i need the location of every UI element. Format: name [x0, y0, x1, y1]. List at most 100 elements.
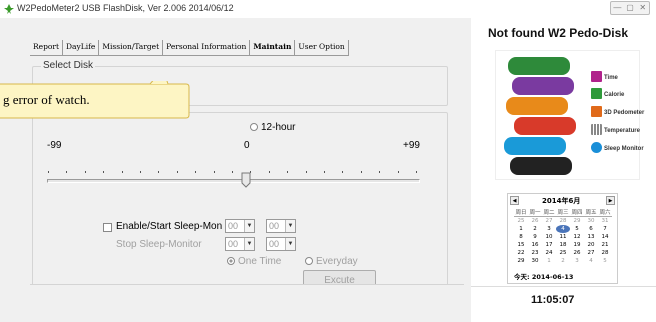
calendar-next-button[interactable]: ▶ — [606, 196, 615, 205]
watch-bands-icon — [504, 57, 576, 175]
radio-12-hour-dot[interactable] — [250, 123, 258, 131]
calendar-day[interactable]: 18 — [556, 241, 570, 249]
calendar-day[interactable]: 30 — [584, 217, 598, 225]
start-minute-dropdown-icon[interactable]: ▼ — [285, 220, 295, 232]
calendar-weekday: 周三 — [556, 210, 570, 217]
calendar-today-label[interactable]: 今天: 2014-06-13 — [514, 271, 573, 281]
radio-12-hour-label: 12-hour — [261, 122, 296, 133]
stop-minute-dropdown-icon[interactable]: ▼ — [285, 238, 295, 250]
slider-tick — [379, 171, 380, 173]
close-button[interactable]: ✕ — [636, 2, 649, 14]
calendar-day[interactable]: 2 — [528, 225, 542, 233]
calendar-day[interactable]: 24 — [542, 249, 556, 257]
radio-everyday[interactable]: Everyday — [305, 256, 358, 267]
tab-personal-information[interactable]: Personal Information — [163, 40, 251, 55]
calendar-day[interactable]: 17 — [542, 241, 556, 249]
calendar-day[interactable]: 23 — [528, 249, 542, 257]
calendar-day[interactable]: 25 — [514, 217, 528, 225]
stop-hour-spinner[interactable]: 00 ▼ — [225, 237, 255, 251]
slider-thumb[interactable] — [241, 172, 251, 188]
calendar-day[interactable]: 26 — [528, 217, 542, 225]
calendar-weekday: 周一 — [528, 210, 542, 217]
calendar-day[interactable]: 28 — [598, 249, 612, 257]
radio-everyday-label: Everyday — [316, 256, 358, 267]
pedometer-icon — [591, 106, 602, 117]
radio-one-time-dot[interactable] — [227, 257, 235, 265]
tab-user-option[interactable]: User Option — [295, 40, 349, 55]
calendar-day[interactable]: 14 — [598, 233, 612, 241]
calendar-day[interactable]: 29 — [514, 257, 528, 265]
slider-mid-label: 0 — [244, 140, 250, 151]
calendar-day[interactable]: 5 — [570, 225, 584, 233]
radio-one-time[interactable]: One Time — [227, 256, 281, 267]
tab-report[interactable]: Report — [30, 40, 64, 55]
calendar-day[interactable]: 20 — [584, 241, 598, 249]
calendar-day[interactable]: 3 — [570, 257, 584, 265]
calendar-prev-button[interactable]: ◀ — [510, 196, 519, 205]
bottom-strip — [30, 284, 464, 322]
slider-tick — [85, 171, 86, 173]
legend-temperature: Temperature — [591, 124, 640, 135]
maximize-button[interactable]: ▢ — [624, 2, 637, 14]
calendar-day[interactable]: 9 — [528, 233, 542, 241]
slider-tick — [324, 171, 325, 173]
calendar-day[interactable]: 27 — [584, 249, 598, 257]
calendar-day[interactable]: 4 — [584, 257, 598, 265]
stop-minute-spinner[interactable]: 00 ▼ — [266, 237, 296, 251]
calendar-day[interactable]: 27 — [542, 217, 556, 225]
calendar-day[interactable]: 28 — [556, 217, 570, 225]
calendar-day[interactable]: 11 — [556, 233, 570, 241]
stop-hour-dropdown-icon[interactable]: ▼ — [244, 238, 254, 250]
calendar-month-label[interactable]: 2014年6月 — [542, 196, 580, 206]
tab-daylife[interactable]: DayLife — [63, 40, 100, 55]
calendar-day[interactable]: 26 — [570, 249, 584, 257]
slider-tick — [416, 171, 417, 173]
calendar-day[interactable]: 7 — [598, 225, 612, 233]
watch-image: Time Calorie 3D Pedometer Temperature Sl… — [495, 50, 644, 180]
calendar-day[interactable]: 3 — [542, 225, 556, 233]
calendar-day[interactable]: 30 — [528, 257, 542, 265]
calendar-day[interactable]: 19 — [570, 241, 584, 249]
calendar-weekday: 周二 — [542, 210, 556, 217]
slider-tick — [398, 171, 399, 173]
calendar-day[interactable]: 25 — [556, 249, 570, 257]
calendar-day[interactable]: 1 — [514, 225, 528, 233]
current-time: 11:05:07 — [531, 294, 575, 306]
radio-12-hour[interactable]: 12-hour — [250, 122, 295, 133]
start-minute-value: 00 — [269, 221, 280, 231]
watch-settings-group — [32, 112, 448, 302]
tab-maintain[interactable]: Maintain — [250, 40, 296, 55]
calendar-day[interactable]: 12 — [570, 233, 584, 241]
calendar-weekday-row: 周日 周一 周二 周三 周四 周五 周六 — [514, 209, 614, 217]
start-minute-spinner[interactable]: 00 ▼ — [266, 219, 296, 233]
calendar-day[interactable]: 8 — [514, 233, 528, 241]
slider-tick — [287, 171, 288, 173]
calendar-day[interactable]: 1 — [542, 257, 556, 265]
sleep-icon — [591, 142, 602, 153]
slider-tick — [232, 171, 233, 173]
calendar-header: ◀ 2014年6月 ▶ — [510, 196, 615, 207]
minimize-button[interactable]: — — [611, 2, 624, 14]
time-offset-slider-track[interactable] — [47, 179, 420, 183]
calendar-day[interactable]: 31 — [598, 217, 612, 225]
calendar-day[interactable]: 6 — [584, 225, 598, 233]
calendar-day[interactable]: 10 — [542, 233, 556, 241]
legend-time: Time — [591, 71, 618, 82]
calendar-day[interactable]: 22 — [514, 249, 528, 257]
calendar-day[interactable]: 13 — [584, 233, 598, 241]
enable-sleep-monitor-checkbox[interactable] — [103, 223, 112, 232]
start-hour-dropdown-icon[interactable]: ▼ — [244, 220, 254, 232]
tab-mission-target[interactable]: Mission/Target — [99, 40, 164, 55]
slider-tick — [342, 171, 343, 173]
calendar-day[interactable]: 2 — [556, 257, 570, 265]
calendar-day[interactable]: 15 — [514, 241, 528, 249]
calendar-day[interactable]: 5 — [598, 257, 612, 265]
calendar-day[interactable]: 16 — [528, 241, 542, 249]
calendar-day[interactable]: 29 — [570, 217, 584, 225]
calendar-day[interactable]: 21 — [598, 241, 612, 249]
radio-everyday-dot[interactable] — [305, 257, 313, 265]
calendar-day[interactable]: 4 — [556, 225, 570, 233]
slider-tick — [195, 171, 196, 173]
calendar[interactable]: ◀ 2014年6月 ▶ 周日 周一 周二 周三 周四 周五 周六 25 26 27 28 29 30 31… — [507, 193, 618, 284]
start-hour-spinner[interactable]: 00 ▼ — [225, 219, 255, 233]
